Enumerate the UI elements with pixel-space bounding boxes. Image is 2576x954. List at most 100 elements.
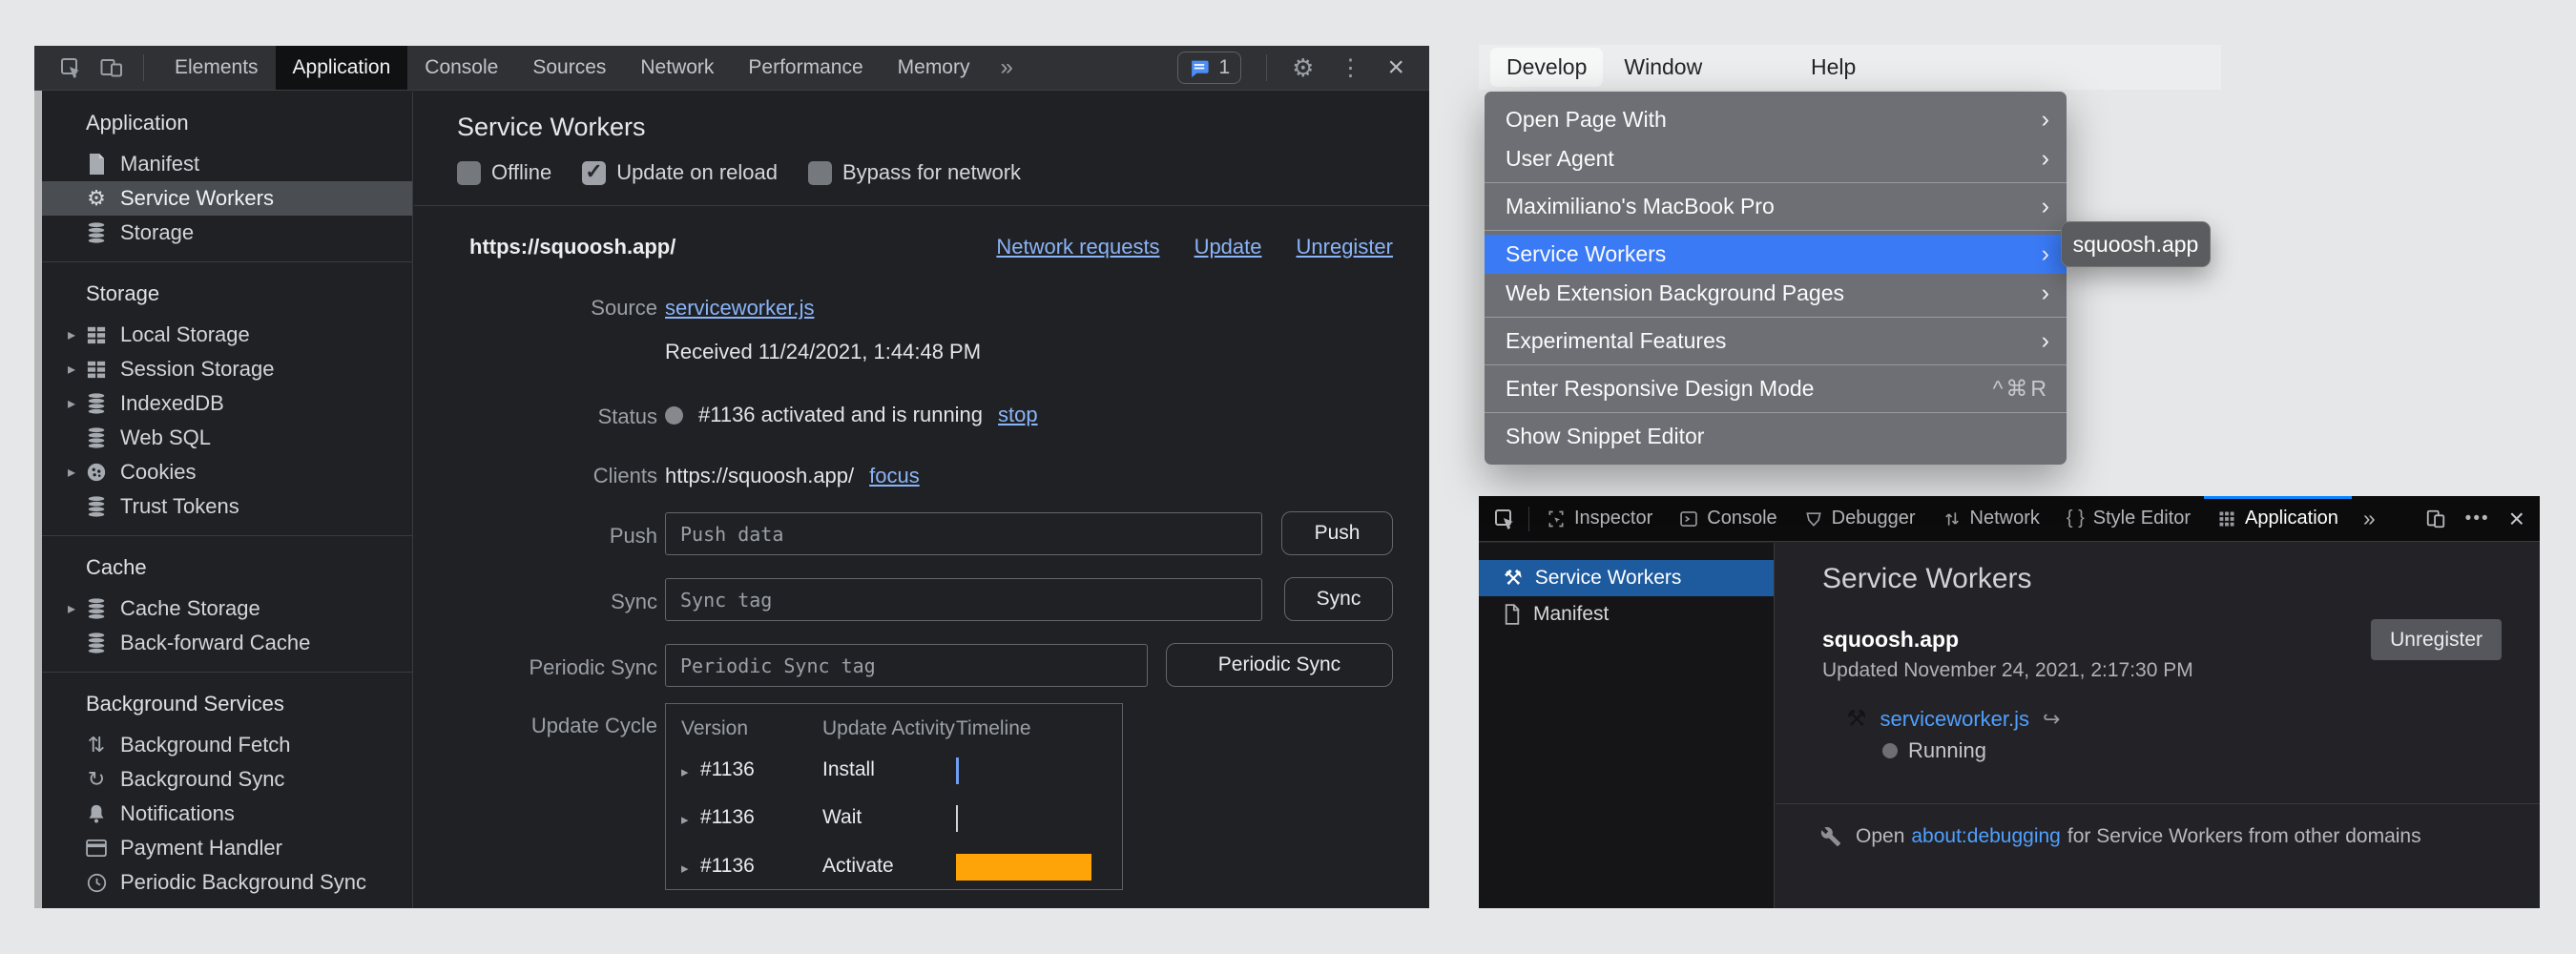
sidebar-item-service-workers[interactable]: ⚒ Service Workers [1479, 560, 1774, 596]
more-tabs-icon[interactable]: » [2352, 506, 2387, 531]
disclosure-icon[interactable]: ▸ [681, 763, 689, 780]
status-value: #1136 activated and is running stop [665, 403, 1038, 427]
menubar-item-window[interactable]: Window [1624, 54, 1702, 80]
tab-sources[interactable]: Sources [515, 46, 623, 90]
close-icon[interactable]: × [1387, 53, 1404, 82]
tab-network[interactable]: Network [623, 46, 731, 90]
disclosure-icon[interactable]: ▸ [681, 811, 689, 828]
jump-to-source-icon[interactable]: ↪ [2043, 707, 2060, 732]
sidebar-item-trust-tokens[interactable]: Trust Tokens [42, 489, 412, 524]
tab-style-editor[interactable]: { } Style Editor [2053, 496, 2204, 541]
stop-link[interactable]: stop [998, 403, 1038, 427]
sidebar-item-periodic-background-sync[interactable]: Periodic Background Sync [42, 865, 412, 900]
sidebar-item-payment-handler[interactable]: Payment Handler [42, 831, 412, 865]
tab-console[interactable]: Console [407, 46, 515, 90]
focus-link[interactable]: focus [869, 464, 920, 488]
menu-separator [1485, 412, 2067, 413]
sidebar-item-indexeddb[interactable]: ▸ IndexedDB [42, 386, 412, 421]
pick-element-icon[interactable] [1479, 508, 1528, 530]
disclosure-icon[interactable]: ▸ [681, 860, 689, 877]
sidebar-item-local-storage[interactable]: ▸ Local Storage [42, 318, 412, 352]
sync-button[interactable]: Sync [1284, 577, 1393, 621]
sidebar-item-session-storage[interactable]: ▸ Session Storage [42, 352, 412, 386]
offline-checkbox[interactable]: Offline [457, 160, 551, 185]
sidebar-item-notifications[interactable]: Notifications [42, 797, 412, 831]
sidebar-item-manifest[interactable]: Manifest [42, 147, 412, 181]
inspect-element-icon[interactable] [59, 56, 82, 79]
safari-menubar: Develop Window Help [1479, 45, 2221, 90]
menu-item-open-page-with[interactable]: Open Page With › [1485, 100, 2067, 139]
more-tabs-icon[interactable]: » [987, 54, 1026, 81]
chrome-left-scrollbar[interactable] [34, 91, 42, 908]
sidebar-item-service-workers[interactable]: ⚙ Service Workers [42, 181, 412, 216]
activate-timeline-bar [956, 854, 1091, 881]
unregister-link[interactable]: Unregister [1297, 235, 1393, 259]
bell-icon [84, 803, 109, 824]
menubar-item-help[interactable]: Help [1811, 54, 1856, 80]
network-requests-link[interactable]: Network requests [996, 235, 1159, 259]
sidebar-item-background-fetch[interactable]: ⇅ Background Fetch [42, 728, 412, 762]
settings-gear-icon[interactable]: ⚙ [1292, 53, 1314, 83]
responsive-design-icon[interactable] [2425, 508, 2446, 529]
tab-application[interactable]: Application [276, 46, 408, 90]
source-file-link[interactable]: serviceworker.js [665, 296, 814, 321]
menubar-item-develop[interactable]: Develop [1490, 48, 1603, 87]
disclosure-icon[interactable]: ▸ [63, 325, 80, 344]
sidebar-item-manifest[interactable]: Manifest [1479, 596, 1774, 633]
sidebar-item-background-sync[interactable]: ↻ Background Sync [42, 762, 412, 797]
menu-item-user-agent[interactable]: User Agent › [1485, 139, 2067, 178]
close-icon[interactable]: × [2509, 506, 2524, 532]
push-button[interactable]: Push [1281, 511, 1393, 555]
menu-item-service-workers[interactable]: Service Workers › [1485, 235, 2067, 274]
bypass-for-network-checkbox[interactable]: Bypass for network [808, 160, 1021, 185]
periodic-sync-tag-input[interactable] [665, 644, 1148, 687]
worker-file-link[interactable]: serviceworker.js [1880, 707, 2029, 732]
chrome-application-sidebar: Application Manifest ⚙ Service Workers S… [42, 92, 413, 908]
sidebar-item-storage[interactable]: Storage [42, 216, 412, 250]
menu-item-show-snippet-editor[interactable]: Show Snippet Editor [1485, 417, 2067, 456]
checkbox-icon[interactable] [808, 161, 832, 185]
about-debugging-link[interactable]: about:debugging [1911, 825, 2061, 848]
tab-debugger[interactable]: Debugger [1791, 496, 1929, 541]
menu-item-enter-responsive-design-mode[interactable]: Enter Responsive Design Mode ^⌘R [1485, 369, 2067, 408]
checkbox-checked-icon[interactable] [582, 161, 606, 185]
push-data-input[interactable] [665, 512, 1262, 555]
column-header-version: Version [681, 717, 748, 740]
periodic-sync-button[interactable]: Periodic Sync [1166, 643, 1393, 687]
disclosure-icon[interactable]: ▸ [63, 360, 80, 379]
version-cell: #1136 [700, 806, 755, 829]
develop-menu-dropdown: Open Page With › User Agent › Maximilian… [1485, 92, 2067, 465]
disclosure-icon[interactable]: ▸ [63, 463, 80, 482]
sidebar-item-web-sql[interactable]: Web SQL [42, 421, 412, 455]
service-workers-submenu-item[interactable]: squoosh.app [2061, 221, 2211, 267]
kebab-menu-icon[interactable]: ⋮ [1339, 54, 1362, 82]
checkbox-icon[interactable] [457, 161, 481, 185]
issues-badge[interactable]: 1 [1177, 52, 1241, 84]
menu-separator [1485, 182, 2067, 183]
sync-tag-input[interactable] [665, 578, 1262, 621]
sidebar-item-cookies[interactable]: ▸ Cookies [42, 455, 412, 489]
device-toolbar-icon[interactable] [99, 56, 124, 79]
tab-elements[interactable]: Elements [157, 46, 276, 90]
menu-separator [1485, 317, 2067, 318]
sidebar-item-back-forward-cache[interactable]: Back-forward Cache [42, 626, 412, 660]
update-on-reload-checkbox[interactable]: Update on reload [582, 160, 778, 185]
meatball-menu-icon[interactable]: ••• [2465, 508, 2490, 529]
tab-network[interactable]: Network [1929, 496, 2053, 541]
console-icon [1679, 509, 1698, 529]
sidebar-item-cache-storage[interactable]: ▸ Cache Storage [42, 591, 412, 626]
chat-bubble-icon [1189, 58, 1210, 78]
update-link[interactable]: Update [1195, 235, 1262, 259]
unregister-button[interactable]: Unregister [2371, 619, 2502, 660]
tab-inspector[interactable]: Inspector [1533, 496, 1666, 541]
menu-item-experimental-features[interactable]: Experimental Features › [1485, 321, 2067, 361]
tab-application[interactable]: Application [2204, 496, 2352, 541]
disclosure-icon[interactable]: ▸ [63, 599, 80, 618]
disclosure-icon[interactable]: ▸ [63, 394, 80, 413]
tab-performance[interactable]: Performance [731, 46, 880, 90]
menu-item-web-extension-background-pages[interactable]: Web Extension Background Pages › [1485, 274, 2067, 313]
menu-item-macbook-pro[interactable]: Maximiliano's MacBook Pro › [1485, 187, 2067, 226]
worker-file-row: ⚒ serviceworker.js ↪ [1846, 707, 2060, 732]
tab-memory[interactable]: Memory [881, 46, 987, 90]
tab-console[interactable]: Console [1666, 496, 1790, 541]
